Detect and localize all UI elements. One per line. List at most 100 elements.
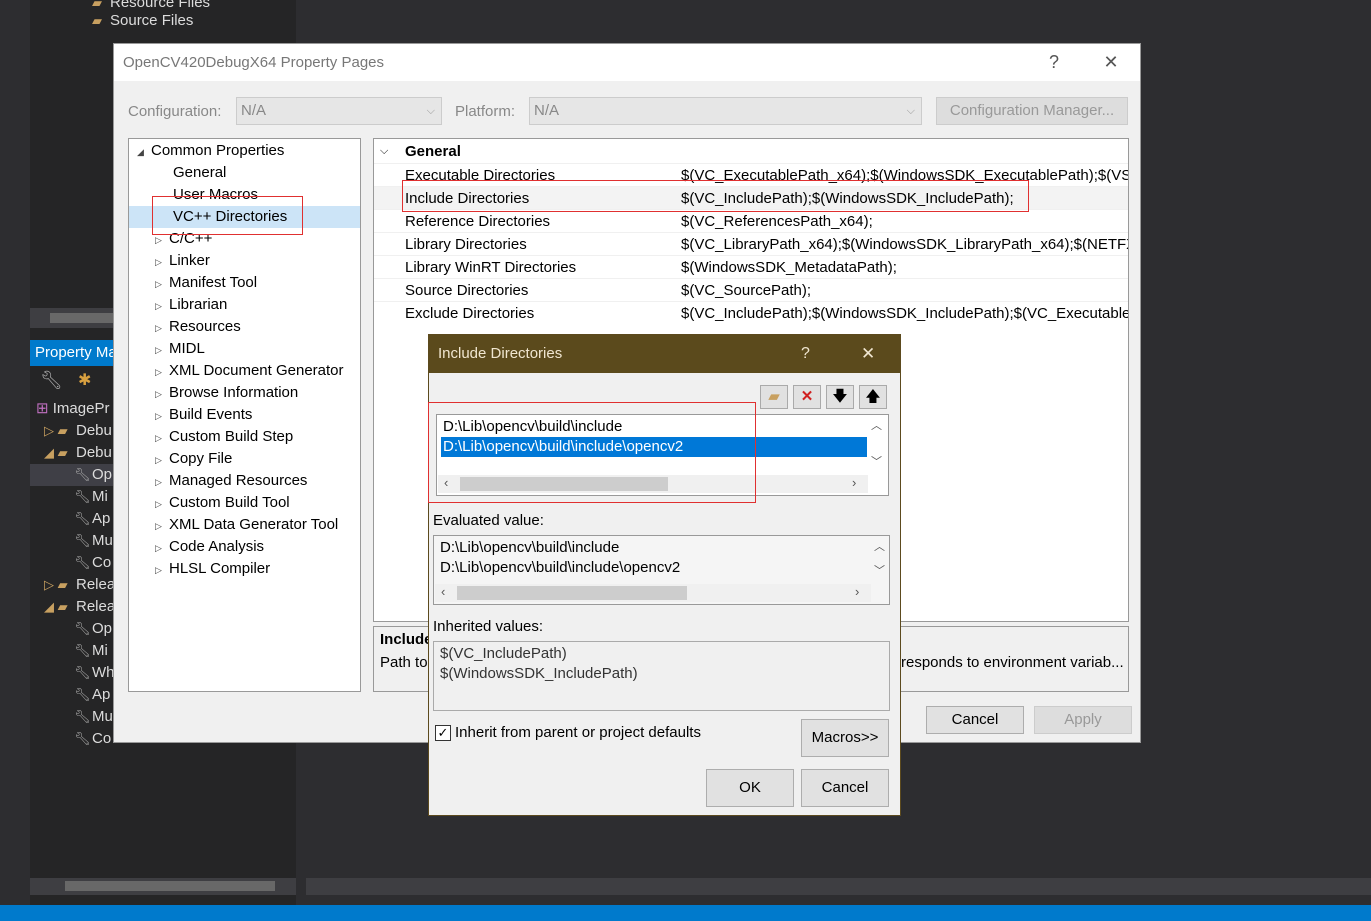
expand-arrow-icon: ◢ xyxy=(137,147,144,157)
expand-arrow-icon: ▷ xyxy=(155,279,162,289)
tree-item[interactable]: ▷ Browse Information xyxy=(155,382,298,404)
scroll-up-icon[interactable]: ︿ xyxy=(871,417,882,433)
close-button[interactable]: ✕ xyxy=(861,335,875,373)
chevron-down-icon: ⌵ xyxy=(426,105,435,117)
expand-arrow-icon: ▷ xyxy=(155,477,162,487)
move-down-button[interactable]: 🡇 xyxy=(826,385,854,409)
arrow-up-icon: 🡅 xyxy=(865,388,881,405)
tree-item[interactable]: General xyxy=(155,162,226,184)
property-sheet-item[interactable]: 🔧︎Mu xyxy=(74,530,113,552)
grid-row[interactable]: Library Directories $(VC_LibraryPath_x64)… xyxy=(374,232,1128,256)
property-sheet-item[interactable]: 🔧︎Wh xyxy=(74,662,113,684)
property-name: Source Directories xyxy=(405,282,529,299)
macros-button[interactable]: Macros>> xyxy=(801,719,889,757)
configuration-manager-button[interactable]: Configuration Manager... xyxy=(936,97,1128,125)
grid-row[interactable]: Reference Directories $(VC_ReferencesPath… xyxy=(374,209,1128,233)
expand-arrow-icon: ▷ xyxy=(155,455,162,465)
tree-item[interactable]: ▷ Code Analysis xyxy=(155,536,264,558)
help-button[interactable]: ? xyxy=(801,335,810,373)
project-icon: ⊞ xyxy=(36,400,49,417)
property-sheet-item[interactable]: 🔧︎Mi xyxy=(74,640,113,662)
wrench-icon: 🔧︎ xyxy=(74,643,91,658)
close-button[interactable]: ✕ xyxy=(1091,44,1131,81)
help-button[interactable]: ? xyxy=(1034,44,1074,81)
solution-item[interactable]: ▰ Source Files xyxy=(92,10,193,32)
cancel-button[interactable]: Cancel xyxy=(801,769,889,807)
property-sheet-item[interactable]: ▷ ▰ Relea xyxy=(44,574,113,596)
tree-item[interactable]: ▷ XML Document Generator xyxy=(155,360,344,382)
chevron-down-icon: ⌵ xyxy=(906,105,915,117)
property-sheet-item[interactable]: 🔧︎Op xyxy=(74,618,113,640)
property-sheet-item[interactable]: 🔧︎Co xyxy=(74,552,113,574)
scroll-up-icon[interactable]: ︿ xyxy=(874,538,885,554)
cancel-button[interactable]: Cancel xyxy=(926,706,1024,734)
grid-section-general[interactable]: ⌵ General xyxy=(374,140,1128,163)
wrench-icon[interactable]: 🔧︎ xyxy=(40,370,63,391)
apply-button[interactable]: Apply xyxy=(1034,706,1132,734)
property-value[interactable]: $(VC_IncludePath);$(WindowsSDK_IncludePa… xyxy=(681,302,1128,325)
tree-item[interactable]: ▷ Manifest Tool xyxy=(155,272,257,294)
grid-row[interactable]: Exclude Directories $(VC_IncludePath);$(W… xyxy=(374,301,1128,325)
inherited-line: $(WindowsSDK_IncludePath) xyxy=(440,665,638,682)
wrench-icon: 🔧︎ xyxy=(74,709,91,724)
tree-item[interactable]: ▷ Copy File xyxy=(155,448,232,470)
property-sheet-item[interactable]: 🔧︎Ap xyxy=(74,684,113,706)
evaluated-label: Evaluated value: xyxy=(433,512,544,529)
property-value[interactable]: $(VC_ReferencesPath_x64); xyxy=(681,210,873,233)
property-value[interactable]: $(WindowsSDK_MetadataPath); xyxy=(681,256,897,279)
scroll-down-icon[interactable]: ﹀ xyxy=(871,453,882,469)
property-sheet-item[interactable]: 🔧︎Mi xyxy=(74,486,113,508)
tree-item[interactable]: ▷ HLSL Compiler xyxy=(155,558,270,580)
tree-item[interactable]: ▷ MIDL xyxy=(155,338,205,360)
tree-item[interactable]: ▷ Build Events xyxy=(155,404,252,426)
move-up-button[interactable]: 🡅 xyxy=(859,385,887,409)
property-value[interactable]: $(VC_LibraryPath_x64);$(WindowsSDK_Libra… xyxy=(681,233,1128,256)
property-sheet-item[interactable]: 🔧︎Op xyxy=(30,464,113,486)
horizontal-scrollbar[interactable]: ‹ › xyxy=(435,584,871,602)
inherit-checkbox[interactable]: ✓ xyxy=(435,725,451,741)
expand-arrow-icon: ▷ xyxy=(155,543,162,553)
expand-arrow-icon: ▷ xyxy=(155,389,162,399)
tree-item[interactable]: ▷ XML Data Generator Tool xyxy=(155,514,338,536)
ok-button[interactable]: OK xyxy=(706,769,794,807)
expand-arrow-icon: ▷ xyxy=(155,565,162,575)
editor-scrollbar[interactable] xyxy=(306,878,1371,895)
property-name: Library Directories xyxy=(405,236,527,253)
horizontal-scrollbar[interactable] xyxy=(30,878,296,895)
folder-icon: ◢ ▰ xyxy=(44,599,68,614)
platform-select[interactable]: N/A ⌵ xyxy=(529,97,922,125)
tree-item[interactable]: ◢ Common Properties xyxy=(137,140,284,162)
tree-item[interactable]: ▷ Custom Build Tool xyxy=(155,492,290,514)
status-bar xyxy=(0,905,1371,921)
property-manager-tab[interactable]: Property Ma xyxy=(30,340,113,366)
grid-row[interactable]: Source Directories $(VC_SourcePath); xyxy=(374,278,1128,302)
wrench-icon: 🔧︎ xyxy=(74,687,91,702)
tree-item[interactable]: ▷ Librarian xyxy=(155,294,227,316)
tree-item[interactable]: ▷ Resources xyxy=(155,316,241,338)
property-name: Library WinRT Directories xyxy=(405,259,577,276)
expand-arrow-icon: ▷ xyxy=(155,433,162,443)
new-folder-button[interactable]: ▰ xyxy=(760,385,788,409)
add-sheet-icon[interactable]: ✱ xyxy=(78,370,91,390)
property-sheet-item[interactable]: 🔧︎Mu xyxy=(74,706,113,728)
description-text-end: responds to environment variab... xyxy=(901,654,1124,671)
tree-item[interactable]: ▷ Managed Resources xyxy=(155,470,307,492)
property-sheet-item[interactable]: 🔧︎Ap xyxy=(74,508,113,530)
configuration-select[interactable]: N/A ⌵ xyxy=(236,97,442,125)
property-sheet-item[interactable]: ◢ ▰ Relea xyxy=(44,596,113,618)
highlight-box xyxy=(428,402,756,503)
property-sheet-item[interactable]: ◢ ▰ Debu xyxy=(44,442,113,464)
scroll-down-icon[interactable]: ﹀ xyxy=(874,562,885,578)
delete-button[interactable]: ✕ xyxy=(793,385,821,409)
project-root[interactable]: ⊞ ImagePr xyxy=(36,398,113,420)
property-sheet-item[interactable]: 🔧︎Co xyxy=(74,728,113,750)
property-sheet-item[interactable]: ▷ ▰ Debu xyxy=(44,420,113,442)
tree-item[interactable]: ▷ Custom Build Step xyxy=(155,426,293,448)
property-value[interactable]: $(VC_SourcePath); xyxy=(681,279,811,302)
wrench-icon: 🔧︎ xyxy=(74,731,91,746)
grid-row[interactable]: Library WinRT Directories $(WindowsSDK_Me… xyxy=(374,255,1128,279)
inherit-label: Inherit from parent or project defaults xyxy=(455,724,701,741)
horizontal-scrollbar[interactable] xyxy=(30,308,113,328)
configuration-label: Configuration: xyxy=(128,103,222,120)
tree-item[interactable]: ▷ Linker xyxy=(155,250,210,272)
